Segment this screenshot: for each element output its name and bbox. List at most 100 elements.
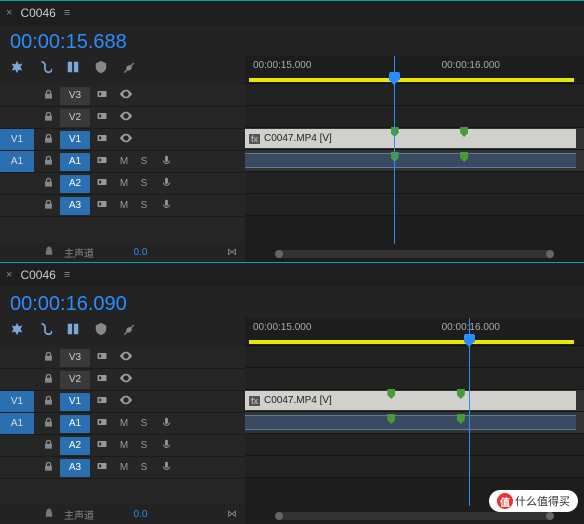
source-patch[interactable]: A1 [0,151,34,172]
track-target[interactable]: V3 [60,349,90,367]
sync-lock-icon[interactable] [90,460,114,475]
clip-marker[interactable] [460,127,468,137]
linked-selection-icon[interactable] [66,322,80,339]
bowtie-icon[interactable]: ⋈ [227,247,237,258]
sequence-tab[interactable]: C0046 [20,6,55,20]
lock-icon[interactable] [36,373,60,387]
lock-icon[interactable] [36,395,60,409]
track-target[interactable]: A3 [60,197,90,215]
mute-button[interactable]: M [114,462,134,473]
clip-marker[interactable] [387,389,395,399]
sync-lock-icon[interactable] [90,198,114,213]
track-target[interactable]: A2 [60,175,90,193]
sequence-tab[interactable]: C0046 [20,268,55,282]
track-target[interactable]: A1 [60,415,90,433]
lock-icon[interactable] [36,199,60,213]
video-clip[interactable]: fx C0047.MP4 [V] [245,391,576,410]
video-clip[interactable]: fx C0047.MP4 [V] [245,129,576,148]
mic-icon[interactable] [154,417,178,431]
sync-lock-icon[interactable] [90,372,114,387]
close-icon[interactable]: × [6,7,12,19]
clip-marker[interactable] [460,152,468,162]
horizontal-scrollbar[interactable] [275,512,554,520]
marker-shield-icon[interactable] [94,60,108,77]
playhead-timecode[interactable]: 00:00:15.688 [0,25,584,56]
track-target[interactable]: A1 [60,153,90,171]
source-patch[interactable] [0,85,34,106]
source-patch[interactable] [0,369,34,390]
solo-button[interactable]: S [134,462,154,473]
source-patch[interactable] [0,107,34,128]
source-patch[interactable]: V1 [0,129,34,150]
close-icon[interactable]: × [6,269,12,281]
mute-button[interactable]: M [114,156,134,167]
mute-button[interactable]: M [114,418,134,429]
eye-icon[interactable] [114,393,138,410]
snap-nest-icon[interactable] [10,60,24,77]
mute-button[interactable]: M [114,178,134,189]
mute-button[interactable]: M [114,440,134,451]
sync-lock-icon[interactable] [90,176,114,191]
source-patch[interactable] [0,173,34,194]
magnet-icon[interactable] [38,60,52,77]
master-level[interactable]: 0.0 [134,247,148,258]
track-target[interactable]: V3 [60,87,90,105]
sync-lock-icon[interactable] [90,154,114,169]
eye-icon[interactable] [114,87,138,104]
timeline-content[interactable]: 00:00:15.000 00:00:16.000 fx C0047.MP4 [… [245,56,584,262]
lock-icon[interactable] [36,439,60,453]
playhead[interactable] [469,318,470,506]
source-patch[interactable]: V1 [0,391,34,412]
solo-button[interactable]: S [134,156,154,167]
sync-lock-icon[interactable] [90,350,114,365]
lock-icon[interactable] [36,133,60,147]
solo-button[interactable]: S [134,178,154,189]
source-patch[interactable] [0,435,34,456]
eye-icon[interactable] [114,349,138,366]
work-area-bar[interactable] [249,340,574,344]
solo-button[interactable]: S [134,440,154,451]
sync-lock-icon[interactable] [90,416,114,431]
playhead-timecode[interactable]: 00:00:16.090 [0,287,584,318]
wrench-icon[interactable] [122,60,136,77]
track-target[interactable]: A3 [60,459,90,477]
track-lane-a1[interactable] [245,150,584,172]
source-patch[interactable] [0,457,34,478]
sync-lock-icon[interactable] [90,110,114,125]
lock-icon[interactable] [36,155,60,169]
track-target[interactable]: V2 [60,109,90,127]
lock-icon[interactable] [44,246,54,259]
snap-nest-icon[interactable] [10,322,24,339]
mic-icon[interactable] [154,461,178,475]
eye-icon[interactable] [114,371,138,388]
source-patch[interactable] [0,195,34,216]
panel-menu-icon[interactable]: ≡ [64,269,68,281]
lock-icon[interactable] [36,417,60,431]
track-target[interactable]: A2 [60,437,90,455]
lock-icon[interactable] [36,89,60,103]
work-area-bar[interactable] [249,78,574,82]
lock-icon[interactable] [36,111,60,125]
track-lane-v1[interactable]: fx C0047.MP4 [V] [245,390,584,412]
sync-lock-icon[interactable] [90,88,114,103]
horizontal-scrollbar[interactable] [275,250,554,258]
sync-lock-icon[interactable] [90,438,114,453]
mic-icon[interactable] [154,155,178,169]
clip-marker[interactable] [387,414,395,424]
mute-button[interactable]: M [114,200,134,211]
lock-icon[interactable] [44,508,54,521]
track-target[interactable]: V1 [60,131,90,149]
source-patch[interactable] [0,347,34,368]
playhead[interactable] [394,56,395,244]
solo-button[interactable]: S [134,200,154,211]
mic-icon[interactable] [154,199,178,213]
track-target[interactable]: V2 [60,371,90,389]
mic-icon[interactable] [154,177,178,191]
mic-icon[interactable] [154,439,178,453]
clip-marker[interactable] [457,389,465,399]
time-ruler[interactable]: 00:00:15.000 00:00:16.000 [245,318,584,346]
source-patch[interactable]: A1 [0,413,34,434]
solo-button[interactable]: S [134,418,154,429]
eye-icon[interactable] [114,109,138,126]
clip-marker[interactable] [457,414,465,424]
